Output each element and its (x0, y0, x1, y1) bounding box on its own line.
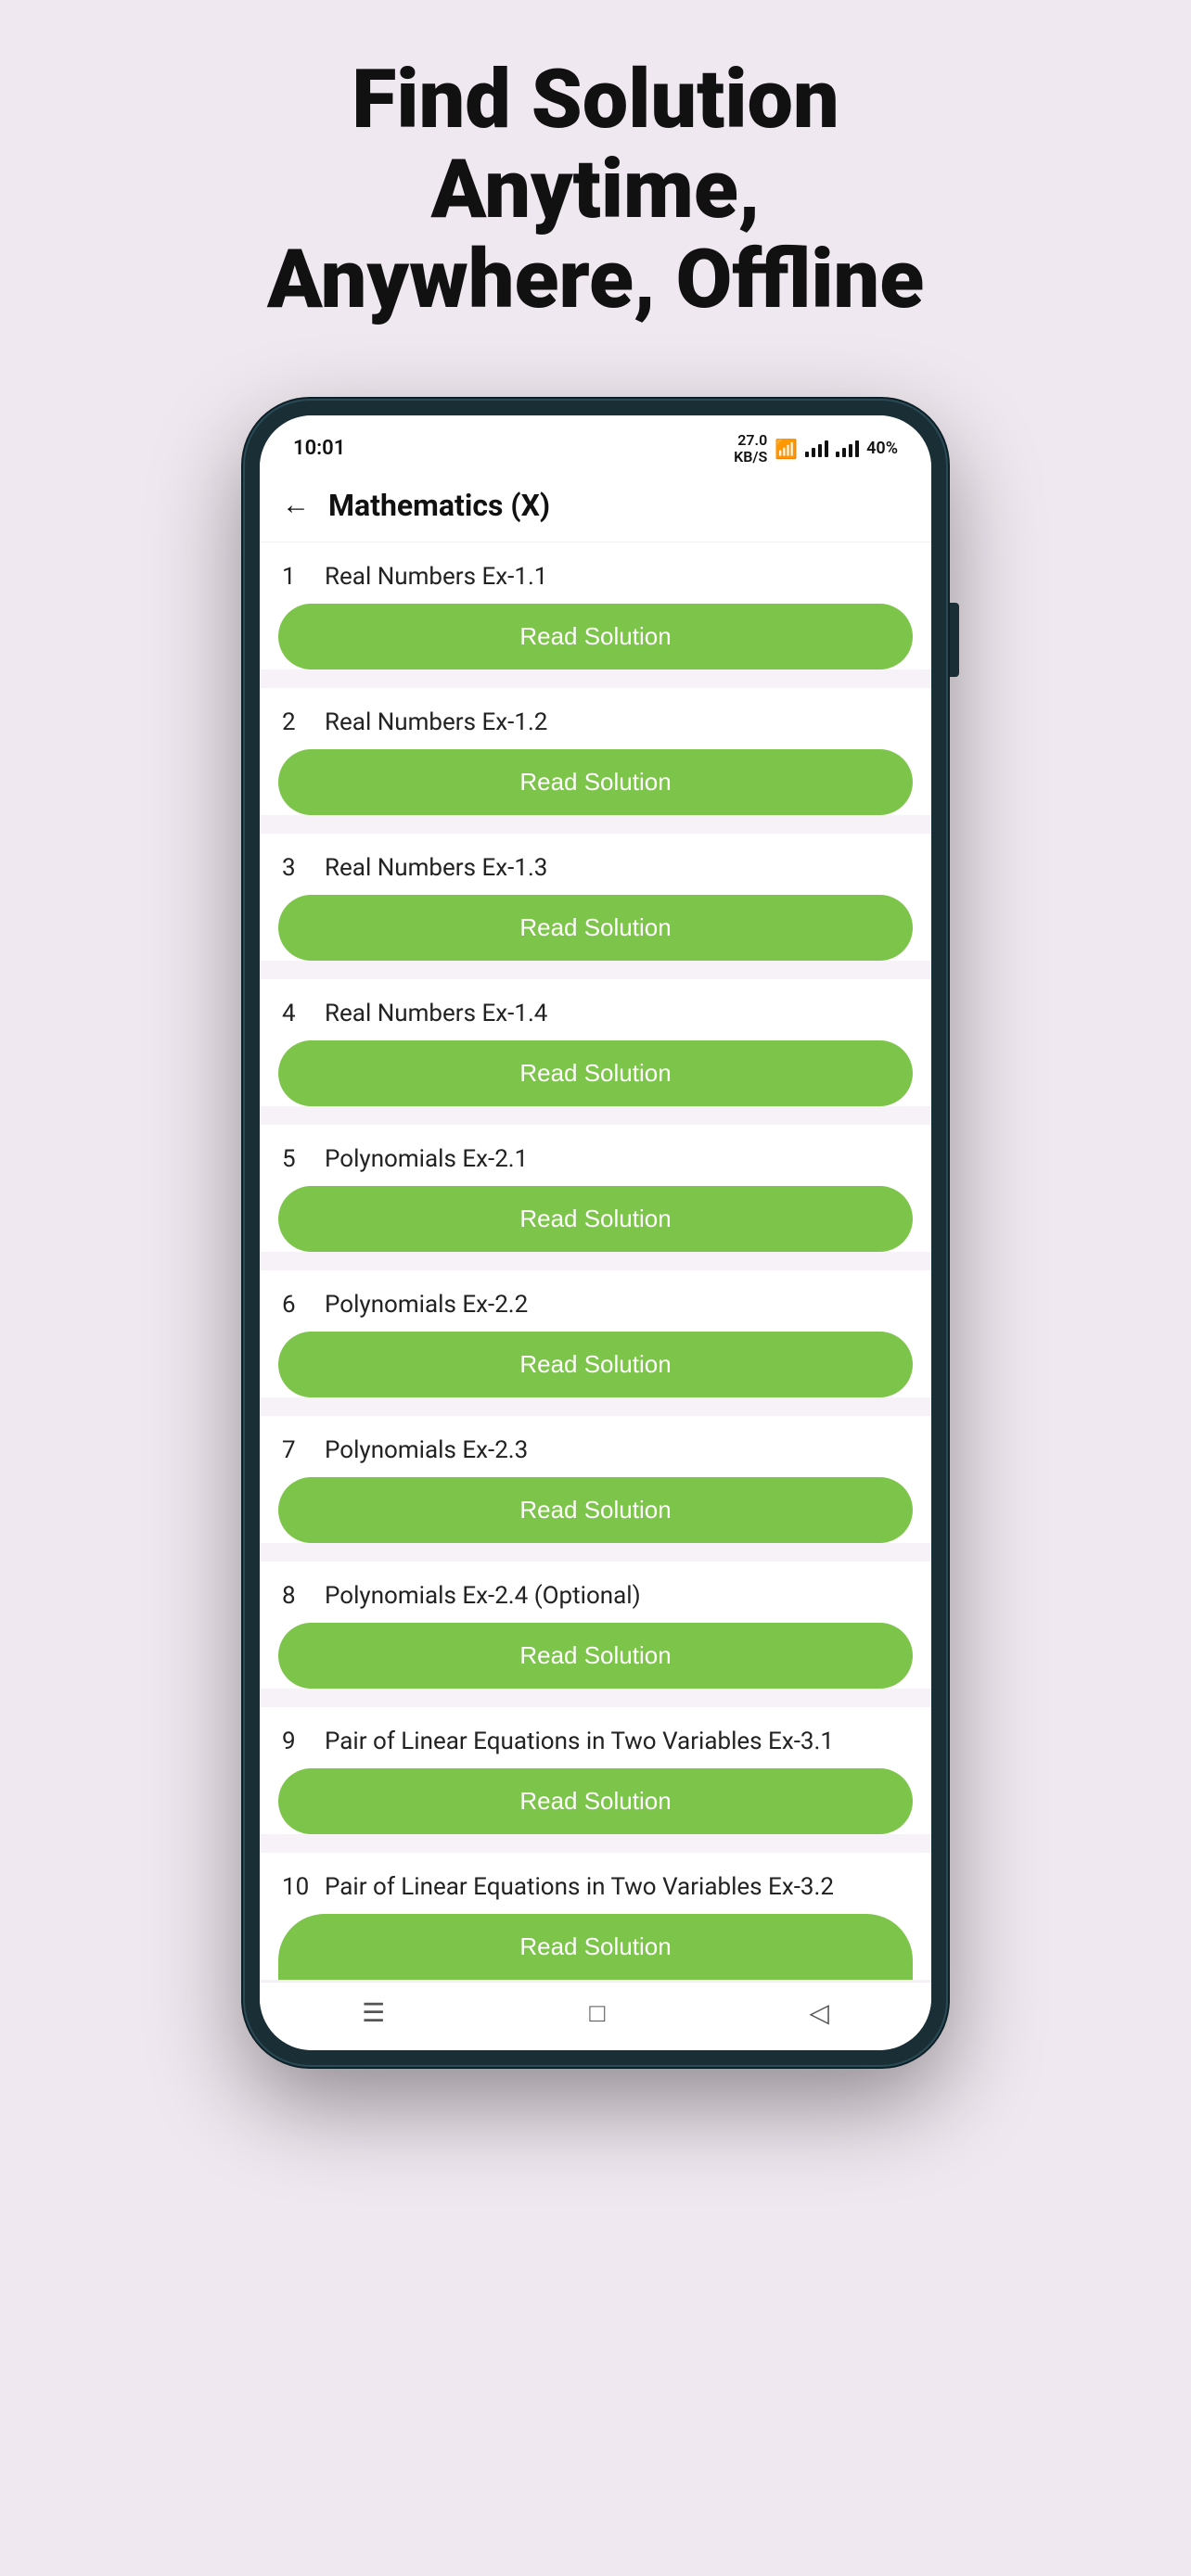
battery-label: 40% (866, 439, 898, 458)
exercise-number: 2 (282, 708, 310, 736)
read-solution-button[interactable]: Read Solution (278, 1768, 913, 1834)
read-solution-button[interactable]: Read Solution (278, 1040, 913, 1106)
exercise-name: Real Numbers Ex-1.3 (325, 854, 547, 882)
back-button[interactable]: ← (282, 489, 310, 521)
read-solution-button[interactable]: Read Solution (278, 1332, 913, 1397)
nav-header: ← Mathematics (X) (260, 473, 931, 542)
content-area: 1 Real Numbers Ex-1.1 Read Solution 2 Real N… (260, 542, 931, 1982)
signal-bars (805, 440, 828, 457)
read-solution-button[interactable]: Read Solution (278, 604, 913, 670)
phone-frame: 10:01 27.0KB/S 📶 40% ← Mathematics (X) 1… (243, 399, 948, 2066)
read-solution-button[interactable]: Read Solution (278, 1914, 913, 1980)
status-time: 10:01 (293, 437, 345, 460)
data-speed-label: 27.0KB/S (734, 432, 767, 465)
exercise-number: 8 (282, 1582, 310, 1610)
exercise-number: 9 (282, 1728, 310, 1755)
exercise-number: 5 (282, 1145, 310, 1173)
read-solution-button[interactable]: Read Solution (278, 1477, 913, 1543)
exercise-item: 1 Real Numbers Ex-1.1 Read Solution (260, 542, 931, 670)
exercise-number: 4 (282, 1000, 310, 1027)
exercise-name: Polynomials Ex-2.3 (325, 1436, 528, 1464)
exercise-name: Real Numbers Ex-1.4 (325, 1000, 547, 1027)
exercise-item: 4 Real Numbers Ex-1.4 Read Solution (260, 979, 931, 1106)
status-right: 27.0KB/S 📶 40% (734, 432, 898, 465)
phone-screen: 10:01 27.0KB/S 📶 40% ← Mathematics (X) 1… (260, 415, 931, 2049)
exercise-item: 8 Polynomials Ex-2.4 (Optional) Read Solut… (260, 1562, 931, 1689)
back-nav-icon[interactable]: ◁ (809, 1997, 829, 2028)
exercise-number: 3 (282, 854, 310, 882)
exercise-item: 7 Polynomials Ex-2.3 Read Solution (260, 1416, 931, 1543)
bottom-nav: ☰ □ ◁ (260, 1982, 931, 2050)
home-icon[interactable]: □ (589, 1997, 605, 2028)
exercise-item: 2 Real Numbers Ex-1.2 Read Solution (260, 688, 931, 815)
exercise-number: 1 (282, 563, 310, 591)
exercise-name: Pair of Linear Equations in Two Variable… (325, 1728, 834, 1755)
exercise-name: Polynomials Ex-2.2 (325, 1291, 528, 1319)
exercise-item: 6 Polynomials Ex-2.2 Read Solution (260, 1270, 931, 1397)
nav-title: Mathematics (X) (328, 488, 550, 523)
exercise-number: 7 (282, 1436, 310, 1464)
exercise-name: Real Numbers Ex-1.1 (325, 563, 547, 591)
read-solution-button[interactable]: Read Solution (278, 1623, 913, 1689)
exercise-item: 3 Real Numbers Ex-1.3 Read Solution (260, 834, 931, 961)
exercise-name: Polynomials Ex-2.4 (Optional) (325, 1582, 641, 1610)
exercise-name: Polynomials Ex-2.1 (325, 1145, 528, 1173)
exercise-item: 5 Polynomials Ex-2.1 Read Solution (260, 1125, 931, 1252)
exercise-number: 10 (282, 1873, 310, 1901)
wifi-icon: 📶 (775, 438, 798, 460)
read-solution-button[interactable]: Read Solution (278, 895, 913, 961)
exercise-name: Pair of Linear Equations in Two Variable… (325, 1873, 834, 1901)
signal-bars-2 (836, 440, 859, 457)
exercise-item: 10 Pair of Linear Equations in Two Variab… (260, 1853, 931, 1980)
read-solution-button[interactable]: Read Solution (278, 1186, 913, 1252)
exercise-name: Real Numbers Ex-1.2 (325, 708, 547, 736)
exercise-number: 6 (282, 1291, 310, 1319)
status-bar: 10:01 27.0KB/S 📶 40% (260, 415, 931, 472)
exercise-item: 9 Pair of Linear Equations in Two Variabl… (260, 1707, 931, 1834)
menu-icon[interactable]: ☰ (362, 1997, 385, 2028)
page-headline: Find Solution Anytime, Anywhere, Offline (178, 56, 1013, 325)
read-solution-button[interactable]: Read Solution (278, 749, 913, 815)
